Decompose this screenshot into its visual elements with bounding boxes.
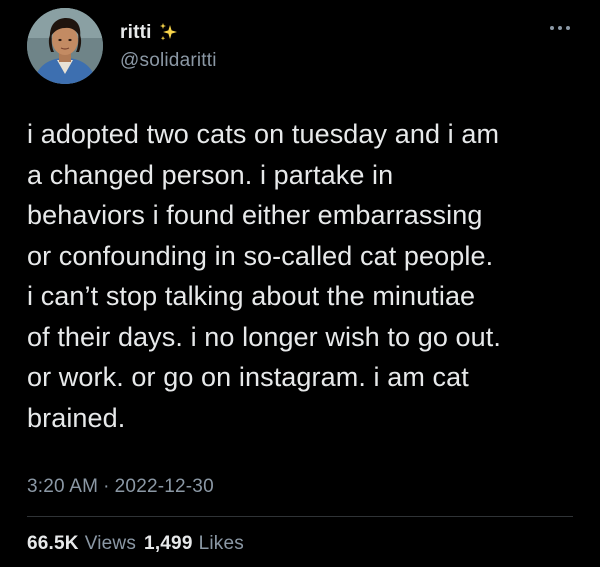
likes-count: 1,499 (144, 533, 193, 554)
sparkles-icon (158, 22, 180, 44)
tweet-text-line: behaviors i found either embarrassing (27, 200, 483, 230)
views-count: 66.5K (27, 533, 79, 554)
tweet-text-line: i adopted two cats on tuesday and i am (27, 119, 500, 149)
divider (27, 516, 573, 517)
tweet-date: 2022-12-30 (114, 476, 214, 497)
tweet-header: ritti @solidaritti (27, 8, 573, 84)
likes-label: Likes (198, 533, 244, 554)
avatar-image (27, 8, 103, 84)
tweet-text-line: or confounding in so-called cat people. (27, 240, 494, 271)
display-name[interactable]: ritti (120, 22, 152, 44)
tweet-timestamp[interactable]: 3:20 AM · 2022-12-30 (27, 476, 214, 498)
meta-separator: · (103, 476, 110, 497)
tweet-card: ritti @solidaritti i adopted two cats on (0, 0, 600, 567)
avatar[interactable] (27, 8, 103, 84)
tweet-stats: 66.5K Views 1,499 Likes (27, 533, 244, 555)
tweet-text-line: a changed person. i partake in (27, 159, 394, 190)
display-name-row: ritti (120, 22, 217, 44)
user-names: ritti @solidaritti (120, 22, 217, 72)
user-handle[interactable]: @solidaritti (120, 50, 217, 72)
more-options-icon[interactable] (547, 20, 573, 30)
likes-stat[interactable]: 1,499 Likes (144, 533, 244, 555)
tweet-text-line: or work. or go on instagram. i am cat (27, 362, 469, 392)
views-label: Views (84, 533, 137, 554)
tweet-text-line: brained. (27, 402, 126, 433)
tweet-text-line: of their days. i no longer wish to go ou… (27, 321, 501, 352)
tweet-time: 3:20 AM (27, 476, 99, 497)
tweet-text: i adopted two cats on tuesday and i am a… (27, 114, 583, 438)
views-stat: 66.5K Views (27, 533, 136, 555)
tweet-text-line: i can’t stop talking about the minutiae (27, 281, 476, 311)
